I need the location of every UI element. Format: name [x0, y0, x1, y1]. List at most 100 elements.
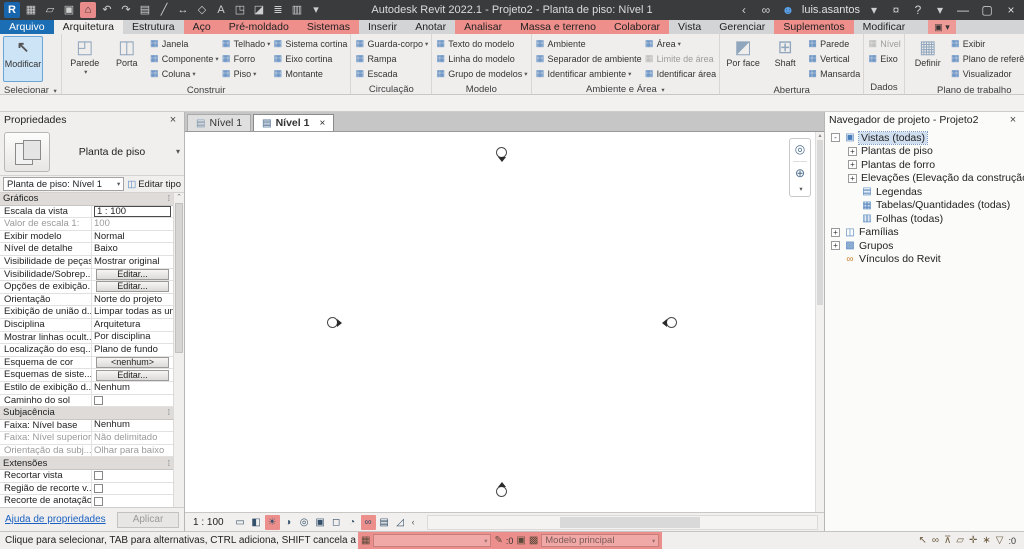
checkbox-regiao-de-recorte-v[interactable] — [94, 484, 103, 493]
escada-button[interactable]: ▦Escada — [354, 66, 428, 81]
horizontal-scrollbar[interactable] — [427, 515, 818, 530]
exclude-options-icon[interactable]: ▩ — [529, 535, 538, 546]
select-pinned-icon[interactable]: ⊼ — [944, 535, 951, 546]
expander-icon[interactable]: + — [831, 228, 840, 237]
active-workset-dropdown[interactable]: ▾ — [373, 534, 491, 547]
app-store-icon[interactable]: ¤ — [888, 2, 904, 18]
drag-on-selection-icon[interactable]: ✛ — [969, 535, 977, 546]
sistema-cortina-button[interactable]: ▦Sistema cortina — [272, 36, 347, 51]
ribbon-tab-pre-moldado[interactable]: Pré-moldado — [220, 20, 298, 34]
plano-de-referencia-button[interactable]: ▦Plano de referência — [950, 51, 1024, 66]
type-selector-dropdown-icon[interactable]: ▾ — [176, 147, 180, 156]
value-disciplina[interactable]: Arquitetura — [92, 319, 173, 331]
collapse-arrow-icon[interactable]: ‹ — [736, 2, 752, 18]
section-subjacencia[interactable]: Subjacência — [0, 407, 173, 420]
elevation-marker[interactable] — [327, 317, 338, 328]
tree-item-folhas-todas[interactable]: ▥Folhas (todas) — [825, 212, 1024, 226]
coluna-button[interactable]: ▦Coluna▾ — [149, 66, 219, 81]
measure-icon[interactable]: ╱ — [156, 2, 172, 18]
ribbon-state-toggle[interactable]: ▣ ▾ — [928, 20, 956, 34]
restore-button[interactable]: ▢ — [978, 3, 996, 17]
thin-lines-icon[interactable]: ≣ — [270, 2, 286, 18]
ribbon-tab-aco[interactable]: Aço — [184, 20, 220, 34]
show-crop-region-icon[interactable]: ◻ — [329, 515, 344, 530]
elevation-marker[interactable] — [496, 147, 507, 158]
horizontal-scroll-thumb[interactable] — [560, 517, 700, 528]
button-opcoes-de-exibicao[interactable]: Editar... — [96, 281, 169, 292]
tree-item-vistas-todas[interactable]: -▣Vistas (todas) — [825, 131, 1024, 145]
type-selector[interactable]: Planta de piso ▾ — [0, 128, 184, 176]
visualizador-button[interactable]: ▦Visualizador — [950, 66, 1024, 81]
ribbon-tab-anotar[interactable]: Anotar — [406, 20, 455, 34]
close-browser-icon[interactable]: × — [1006, 114, 1020, 126]
tag-icon[interactable]: ◇ — [194, 2, 210, 18]
redo-icon[interactable]: ↷ — [118, 2, 134, 18]
shaft-button[interactable]: ⊞Shaft — [765, 36, 805, 82]
ribbon-tab-arquivo[interactable]: Arquivo — [0, 20, 54, 34]
elevation-marker[interactable] — [496, 486, 507, 497]
parede-button[interactable]: ▦Parede — [807, 36, 860, 51]
expander-icon[interactable]: + — [848, 147, 857, 156]
edit-type-button[interactable]: ◫ Editar tipo — [127, 179, 181, 190]
close-button[interactable]: × — [1002, 3, 1020, 17]
view-tab-nivel-1-active[interactable]: ▤Nível 1× — [253, 114, 334, 131]
view-tab-nivel-1[interactable]: ▤Nível 1 — [187, 114, 251, 131]
input-escala-da-vista[interactable]: 1 : 100 — [94, 206, 171, 217]
texto-do-modelo-button[interactable]: ▦Texto do modelo — [435, 36, 527, 51]
checkbox-caminho-do-sol[interactable] — [94, 396, 103, 405]
tree-item-tabelas-quantidades-todas[interactable]: ▦Tabelas/Quantidades (todas) — [825, 199, 1024, 213]
ribbon-tab-modificar[interactable]: Modificar — [854, 20, 915, 34]
value-valor-de-escala-1[interactable]: 100 — [92, 218, 173, 230]
button-esquema-de-cor[interactable]: <nenhum> — [96, 357, 169, 368]
value-exibir-modelo[interactable]: Normal — [92, 231, 173, 243]
value-faixa-nivel-base[interactable]: Nenhum — [92, 420, 173, 432]
modify-button[interactable]: ↖ Modificar — [3, 36, 43, 82]
help-dropdown-icon[interactable]: ▾ — [932, 2, 948, 18]
apply-button[interactable]: Aplicar — [117, 512, 179, 528]
home-3d-icon[interactable]: ⌂ — [80, 2, 96, 18]
customize-qat-icon[interactable]: ▾ — [308, 2, 324, 18]
close-properties-icon[interactable]: × — [166, 114, 180, 126]
panel-label-selecionar[interactable]: Selecionar ▾ — [0, 84, 61, 95]
editable-only-icon[interactable]: ↖ — [918, 535, 926, 546]
tree-item-plantas-de-piso[interactable]: +Plantas de piso — [825, 145, 1024, 159]
ribbon-tab-colaborar[interactable]: Colaborar — [605, 20, 669, 34]
view-scale-button[interactable]: 1 : 100 — [193, 517, 224, 528]
guarda-corpo-button[interactable]: ▦Guarda-corpo▾ — [354, 36, 428, 51]
value-orientacao[interactable]: Norte do projeto — [92, 294, 173, 306]
telhado-button[interactable]: ▦Telhado▾ — [221, 36, 271, 51]
value-mostrar-linhas-ocult[interactable]: Por disciplina — [92, 332, 173, 344]
collapse-chevron-icon[interactable]: ‹ — [412, 517, 415, 527]
shadows-icon[interactable]: ◑ — [281, 515, 296, 530]
user-icon[interactable]: ☻ — [780, 2, 796, 18]
ribbon-tab-arquitetura[interactable]: Arquitetura — [54, 20, 123, 34]
ribbon-tab-estrutura[interactable]: Estrutura — [123, 20, 184, 34]
button-esquemas-de-siste[interactable]: Editar... — [96, 370, 169, 381]
por-face-button[interactable]: ◩Por face — [723, 36, 763, 82]
canvas[interactable]: ◎ ⊕ ▾ ▴ — [185, 131, 824, 512]
vertical-scrollbar[interactable]: ▴ — [815, 132, 824, 512]
revit-logo[interactable]: R — [4, 2, 20, 18]
value-visibilidade-de-pecas[interactable]: Mostrar original — [92, 256, 173, 268]
expander-icon[interactable]: - — [831, 133, 840, 142]
value-faixa-nivel-superior[interactable]: Não delimitado — [92, 432, 173, 444]
steering-wheel-icon[interactable]: ◎ — [793, 142, 808, 157]
zoom-dropdown-icon[interactable]: ▾ — [799, 185, 802, 193]
value-nivel-de-detalhe[interactable]: Baixo — [92, 243, 173, 255]
checkbox-recortar-vista[interactable] — [94, 471, 103, 480]
tree-item-familias[interactable]: +◫Famílias — [825, 226, 1024, 240]
aligned-dimension-icon[interactable]: ↔ — [175, 2, 191, 18]
piso-button[interactable]: ▦Piso▾ — [221, 66, 271, 81]
temporary-hide-isolate-icon[interactable]: ◔ — [345, 515, 360, 530]
section-extensoes[interactable]: Extensões — [0, 457, 173, 470]
design-option-dropdown[interactable]: Modelo principal▾ — [541, 534, 659, 547]
forro-button[interactable]: ▦Forro — [221, 51, 271, 66]
grupo-de-modelos-button[interactable]: ▦Grupo de modelos▾ — [435, 66, 527, 81]
sun-settings-icon[interactable]: ☀ — [265, 515, 280, 530]
exibir-button[interactable]: ▦Exibir — [950, 36, 1024, 51]
select-links-icon[interactable]: ∞ — [932, 535, 939, 546]
section-graficos[interactable]: Gráficos — [0, 193, 173, 206]
linha-do-modelo-button[interactable]: ▦Linha do modelo — [435, 51, 527, 66]
open-icon[interactable]: ▱ — [42, 2, 58, 18]
identificar-area-button[interactable]: ▦Identificar área — [644, 66, 717, 81]
